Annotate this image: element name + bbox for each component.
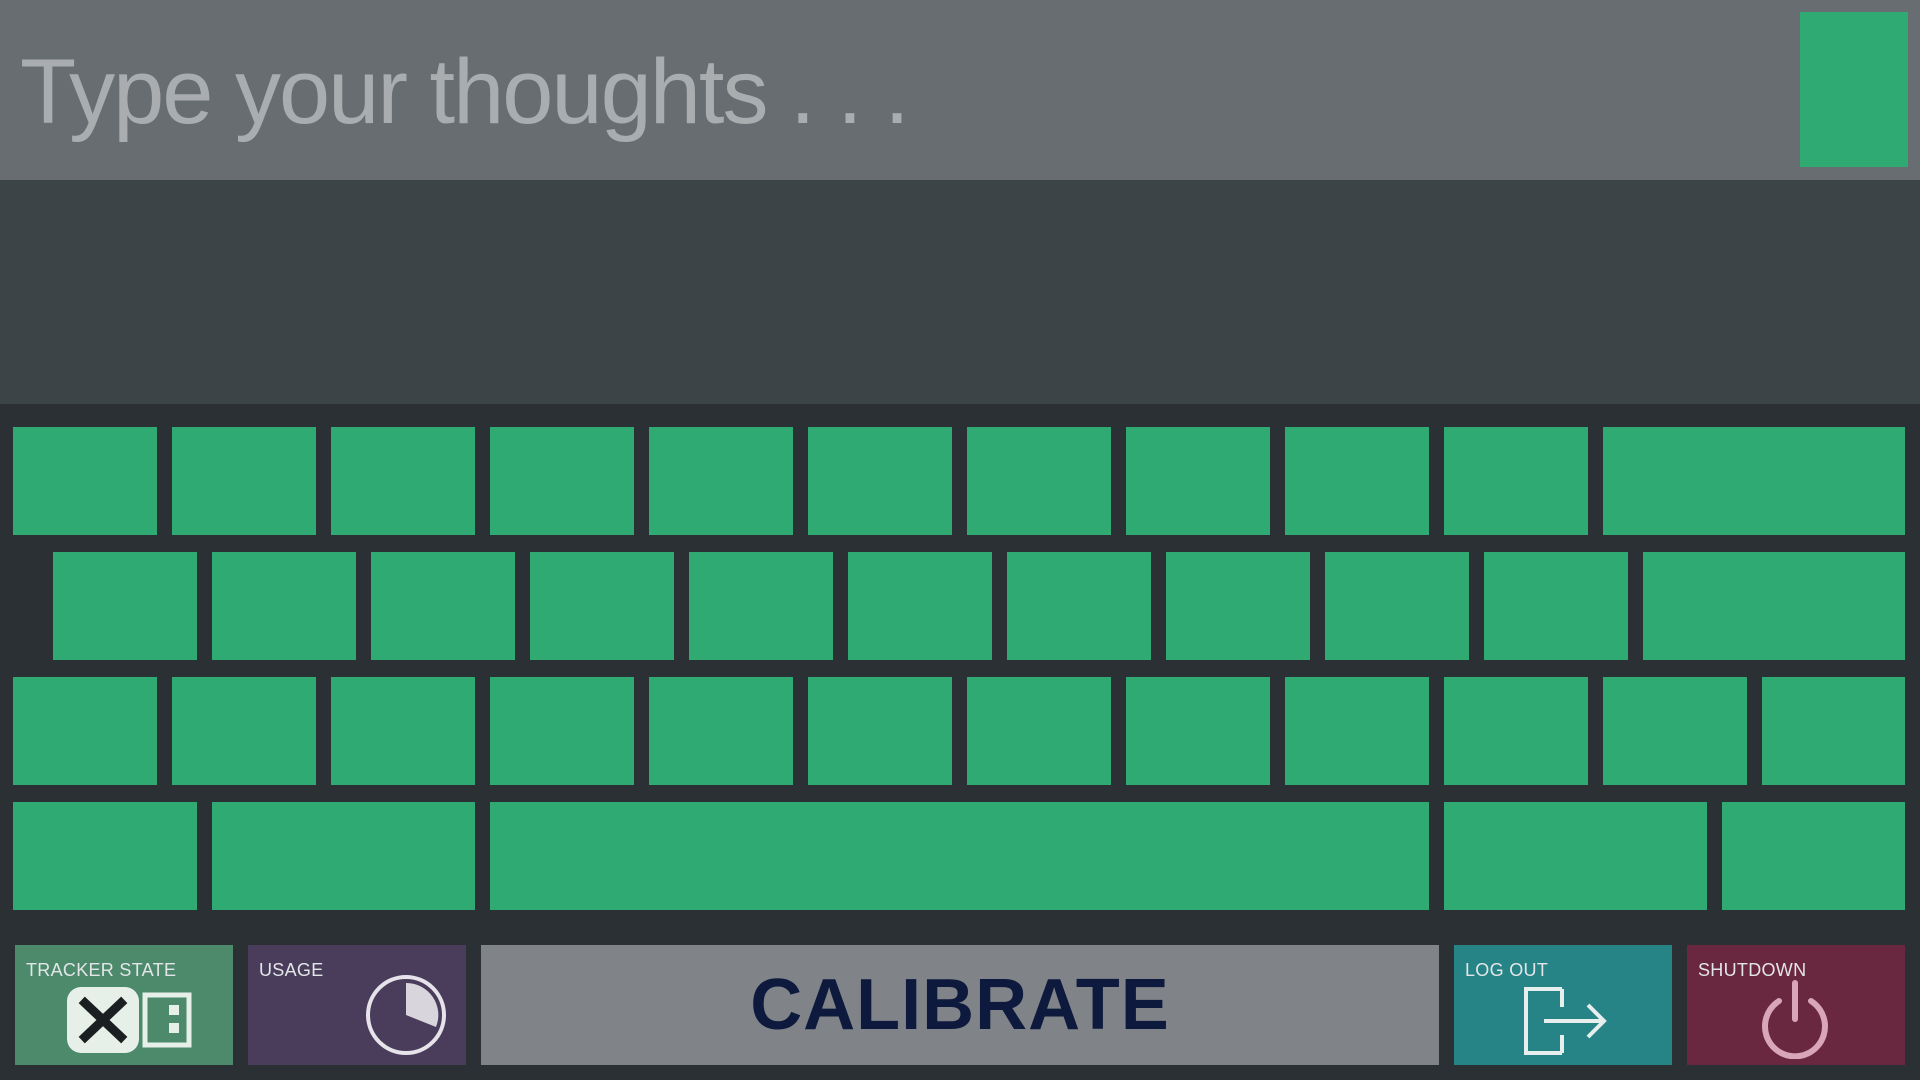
- keyboard-key[interactable]: [848, 552, 992, 660]
- keyboard-key[interactable]: [1126, 677, 1270, 785]
- keyboard-key[interactable]: [13, 427, 157, 535]
- keyboard-key[interactable]: [331, 677, 475, 785]
- keyboard-key[interactable]: [371, 552, 515, 660]
- tracker-off-icon: [67, 987, 192, 1053]
- keyboard-key[interactable]: [1285, 677, 1429, 785]
- power-icon: [1762, 980, 1828, 1059]
- logout-button[interactable]: LOG OUT: [1454, 945, 1672, 1065]
- keyboard-key[interactable]: [1444, 802, 1707, 910]
- keyboard-key[interactable]: [172, 677, 316, 785]
- keyboard-key[interactable]: [1444, 427, 1588, 535]
- text-entry-bar: [0, 0, 1920, 180]
- keyboard-key[interactable]: [967, 427, 1111, 535]
- keyboard-key[interactable]: [808, 427, 952, 535]
- logout-label: LOG OUT: [1465, 960, 1549, 980]
- symbols-key[interactable]: [212, 802, 475, 910]
- calibrate-label: CALIBRATE: [750, 965, 1170, 1045]
- keyboard-key[interactable]: [649, 677, 793, 785]
- control-bar: TRACKER STATE USAGE CALIBRATE LOG OUT SH…: [0, 930, 1920, 1080]
- backspace-key[interactable]: [1603, 427, 1905, 535]
- keyboard-key[interactable]: [331, 427, 475, 535]
- keyboard-key[interactable]: [1285, 427, 1429, 535]
- keyboard-key[interactable]: [490, 427, 634, 535]
- usage-button[interactable]: USAGE: [248, 945, 466, 1065]
- keyboard-key[interactable]: [1444, 677, 1588, 785]
- keyboard-key[interactable]: [808, 677, 952, 785]
- keyboard-key[interactable]: [53, 552, 197, 660]
- logout-icon: [1524, 987, 1607, 1055]
- keyboard-key[interactable]: [967, 677, 1111, 785]
- keyboard-key[interactable]: [1762, 677, 1905, 785]
- on-screen-keyboard: [0, 404, 1920, 930]
- keyboard-key[interactable]: [1007, 552, 1151, 660]
- keyboard-key[interactable]: [490, 677, 634, 785]
- keyboard-key[interactable]: [172, 427, 316, 535]
- enter-key[interactable]: [1643, 552, 1905, 660]
- prediction-area: [0, 180, 1920, 404]
- keyboard-key[interactable]: [530, 552, 674, 660]
- keyboard-key[interactable]: [649, 427, 793, 535]
- keyboard-key[interactable]: [13, 677, 157, 785]
- shift-key[interactable]: [13, 802, 197, 910]
- keyboard-key[interactable]: [1126, 427, 1270, 535]
- thoughts-input[interactable]: [20, 22, 1780, 162]
- keyboard-key[interactable]: [1603, 677, 1747, 785]
- tracker-state-button[interactable]: TRACKER STATE: [15, 945, 233, 1065]
- keyboard-key[interactable]: [1484, 552, 1628, 660]
- shutdown-button[interactable]: SHUTDOWN: [1687, 945, 1905, 1065]
- pie-chart-icon: [366, 975, 446, 1055]
- speak-button[interactable]: [1800, 12, 1908, 167]
- tracker-state-label: TRACKER STATE: [26, 960, 177, 980]
- calibrate-button[interactable]: CALIBRATE: [481, 945, 1439, 1065]
- keyboard-key[interactable]: [212, 552, 356, 660]
- keyboard-key[interactable]: [689, 552, 833, 660]
- keyboard-key[interactable]: [1325, 552, 1469, 660]
- keyboard-key[interactable]: [1722, 802, 1905, 910]
- space-key[interactable]: [490, 802, 1429, 910]
- shutdown-label: SHUTDOWN: [1698, 960, 1807, 980]
- keyboard-key[interactable]: [1166, 552, 1310, 660]
- usage-label: USAGE: [259, 960, 324, 980]
